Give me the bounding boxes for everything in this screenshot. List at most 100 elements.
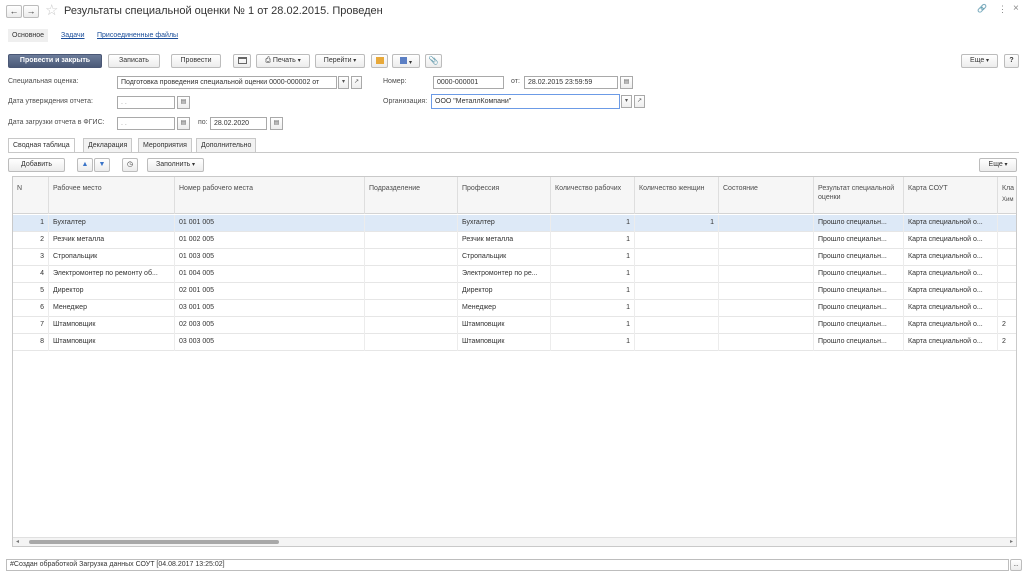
more-button[interactable]: Еще xyxy=(961,54,998,68)
cell-workplace-number[interactable]: 01 003 005 xyxy=(175,249,365,266)
cell-class[interactable] xyxy=(998,249,1016,266)
cell-department[interactable] xyxy=(365,215,458,232)
cell-workplace-number[interactable]: 03 001 005 xyxy=(175,300,365,317)
cell-workers-count[interactable]: 1 xyxy=(551,232,635,249)
cell-n[interactable]: 1 xyxy=(13,215,49,232)
cell-profession[interactable]: Менеджер xyxy=(458,300,551,317)
spec-field[interactable]: Подготовка проведения специальной оценки… xyxy=(117,76,337,89)
cell-women-count[interactable] xyxy=(635,283,719,300)
cell-workplace[interactable]: Электромонтер по ремонту об... xyxy=(49,266,175,283)
col-header-result[interactable]: Результат специальной оценки xyxy=(814,177,904,214)
cell-workplace[interactable]: Стропальщик xyxy=(49,249,175,266)
col-header-department[interactable]: Подразделение xyxy=(365,177,458,214)
col-header-women-count[interactable]: Количество женщин xyxy=(635,177,719,214)
cell-profession[interactable]: Электромонтер по ре... xyxy=(458,266,551,283)
cell-workplace[interactable]: Штамповщик xyxy=(49,334,175,351)
close-icon[interactable]: × xyxy=(1013,3,1019,14)
cell-department[interactable] xyxy=(365,232,458,249)
cell-workplace[interactable]: Директор xyxy=(49,283,175,300)
upload-calendar-button[interactable]: ▤ xyxy=(177,117,190,130)
cell-class[interactable] xyxy=(998,266,1016,283)
cell-women-count[interactable]: 1 xyxy=(635,215,719,232)
cell-department[interactable] xyxy=(365,266,458,283)
table-row[interactable]: 1 Бухгалтер 01 001 005 Бухгалтер 1 1 Прошло сп… xyxy=(13,215,1016,232)
cell-workplace[interactable]: Менеджер xyxy=(49,300,175,317)
table-row[interactable]: 5 Директор 02 001 005 Директор 1 Прошло специ… xyxy=(13,283,1016,300)
goto-button[interactable]: Перейти xyxy=(315,54,365,68)
cell-n[interactable]: 4 xyxy=(13,266,49,283)
from-date-field[interactable]: 28.02.2015 23:59:59 xyxy=(524,76,618,89)
cell-workplace-number[interactable]: 02 001 005 xyxy=(175,283,365,300)
related-button[interactable] xyxy=(392,54,420,68)
col-header-n[interactable]: N xyxy=(13,177,49,214)
col-header-workplace[interactable]: Рабочее место xyxy=(49,177,175,214)
col-header-workers-count[interactable]: Количество рабочих xyxy=(551,177,635,214)
cell-n[interactable]: 6 xyxy=(13,300,49,317)
cell-state[interactable] xyxy=(719,215,814,232)
cell-profession[interactable]: Резчик металла xyxy=(458,232,551,249)
add-row-button[interactable]: Добавить xyxy=(8,158,65,172)
cell-sout-card[interactable]: Карта специальной о... xyxy=(904,317,998,334)
cell-sout-card[interactable]: Карта специальной о... xyxy=(904,215,998,232)
cell-class[interactable] xyxy=(998,215,1016,232)
cell-class[interactable] xyxy=(998,283,1016,300)
cell-profession[interactable]: Бухгалтер xyxy=(458,215,551,232)
cell-n[interactable]: 5 xyxy=(13,283,49,300)
cell-class[interactable]: 2 xyxy=(998,334,1016,351)
cell-workplace[interactable]: Резчик металла xyxy=(49,232,175,249)
cell-class[interactable]: 2 xyxy=(998,317,1016,334)
cell-workers-count[interactable]: 1 xyxy=(551,334,635,351)
cell-sout-card[interactable]: Карта специальной о... xyxy=(904,334,998,351)
col-header-state[interactable]: Состояние xyxy=(719,177,814,214)
move-down-button[interactable]: ▼ xyxy=(94,158,110,172)
table-more-button[interactable]: Еще xyxy=(979,158,1017,172)
cell-result[interactable]: Прошло специальн... xyxy=(814,266,904,283)
cell-department[interactable] xyxy=(365,283,458,300)
cell-women-count[interactable] xyxy=(635,317,719,334)
scrollbar-thumb[interactable] xyxy=(29,540,279,544)
favorite-star-icon[interactable]: ☆ xyxy=(45,1,58,19)
nav-attached-files-link[interactable]: Присоединенные файлы xyxy=(97,29,178,42)
cell-workers-count[interactable]: 1 xyxy=(551,266,635,283)
table-row[interactable]: 2 Резчик металла 01 002 005 Резчик металла 1… xyxy=(13,232,1016,249)
upload-date-field[interactable]: . . xyxy=(117,117,175,130)
cell-sout-card[interactable]: Карта специальной о... xyxy=(904,249,998,266)
cell-state[interactable] xyxy=(719,283,814,300)
move-up-button[interactable]: ▲ xyxy=(77,158,93,172)
cell-class[interactable] xyxy=(998,232,1016,249)
spec-open-button[interactable]: ↗ xyxy=(351,76,362,89)
cell-sout-card[interactable]: Карта специальной о... xyxy=(904,232,998,249)
cell-department[interactable] xyxy=(365,317,458,334)
nav-tasks-link[interactable]: Задачи xyxy=(61,29,85,42)
summary-table[interactable]: N Рабочее место Номер рабочего места Под… xyxy=(12,176,1017,547)
cell-class[interactable] xyxy=(998,300,1016,317)
to-date-field[interactable]: 28.02.2020 xyxy=(210,117,267,130)
cell-workers-count[interactable]: 1 xyxy=(551,249,635,266)
cell-result[interactable]: Прошло специальн... xyxy=(814,232,904,249)
col-header-class[interactable]: Кла Хим xyxy=(998,177,1016,214)
cell-result[interactable]: Прошло специальн... xyxy=(814,334,904,351)
to-calendar-button[interactable]: ▤ xyxy=(270,117,283,130)
cell-result[interactable]: Прошло специальн... xyxy=(814,215,904,232)
cell-workplace[interactable]: Бухгалтер xyxy=(49,215,175,232)
cell-n[interactable]: 3 xyxy=(13,249,49,266)
approve-date-field[interactable]: . . xyxy=(117,96,175,109)
save-button[interactable]: Записать xyxy=(108,54,160,68)
cell-profession[interactable]: Штамповщик xyxy=(458,317,551,334)
cell-profession[interactable]: Стропальщик xyxy=(458,249,551,266)
back-button[interactable]: ← xyxy=(6,5,22,18)
comment-more-button[interactable]: ... xyxy=(1010,559,1022,571)
cell-result[interactable]: Прошло специальн... xyxy=(814,300,904,317)
cell-workplace-number[interactable]: 01 001 005 xyxy=(175,215,365,232)
org-dropdown-button[interactable]: ▾ xyxy=(621,95,632,108)
cell-women-count[interactable] xyxy=(635,249,719,266)
cell-result[interactable]: Прошло специальн... xyxy=(814,317,904,334)
link-icon[interactable]: 🔗 xyxy=(977,4,987,13)
cell-result[interactable]: Прошло специальн... xyxy=(814,249,904,266)
cell-state[interactable] xyxy=(719,334,814,351)
cell-state[interactable] xyxy=(719,249,814,266)
cell-workers-count[interactable]: 1 xyxy=(551,215,635,232)
cell-n[interactable]: 2 xyxy=(13,232,49,249)
cell-women-count[interactable] xyxy=(635,300,719,317)
cell-workplace-number[interactable]: 01 002 005 xyxy=(175,232,365,249)
